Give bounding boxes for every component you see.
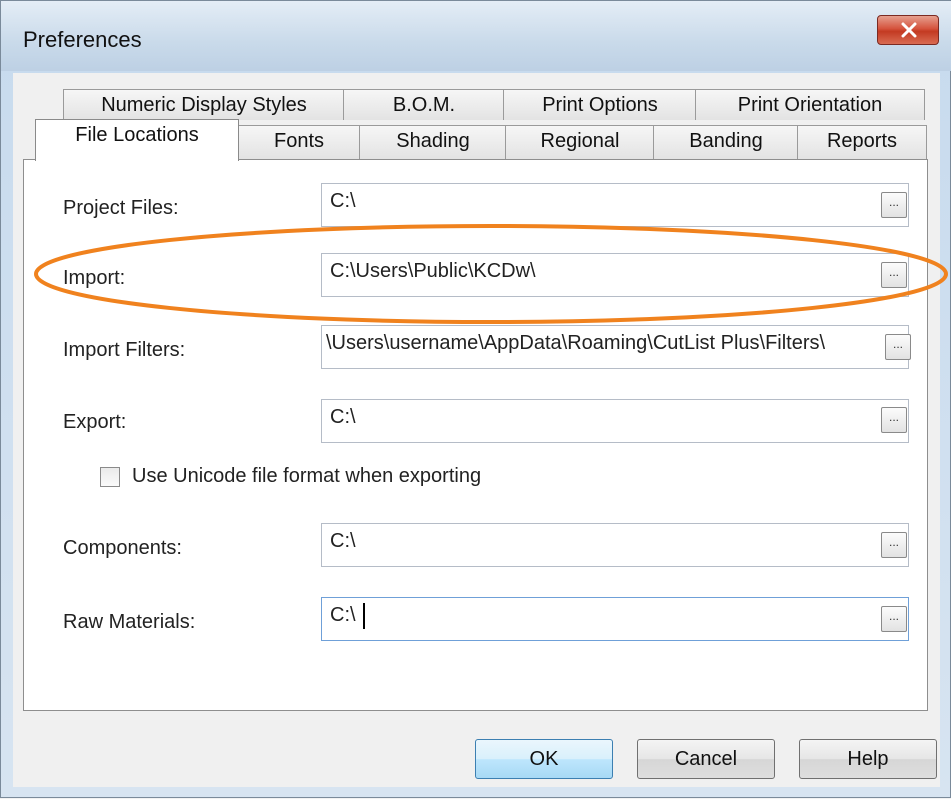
preferences-window: Preferences Numeric Display Styles B.O.M… <box>0 0 951 798</box>
tab-numeric-display-styles[interactable]: Numeric Display Styles <box>63 89 345 120</box>
ok-button[interactable]: OK <box>475 739 613 779</box>
text-caret <box>363 603 365 629</box>
close-icon <box>901 22 917 38</box>
export-label: Export: <box>63 411 127 433</box>
project-files-label: Project Files: <box>63 197 179 219</box>
project-files-browse-button[interactable]: ... <box>881 192 907 218</box>
tab-print-options[interactable]: Print Options <box>503 89 697 120</box>
close-button[interactable] <box>877 15 939 45</box>
export-browse-button[interactable]: ... <box>881 407 907 433</box>
components-label: Components: <box>63 537 182 559</box>
raw-materials-browse-button[interactable]: ... <box>881 606 907 632</box>
components-browse-button[interactable]: ... <box>881 532 907 558</box>
tab-fonts[interactable]: Fonts <box>237 125 361 159</box>
tab-bom[interactable]: B.O.M. <box>343 89 505 120</box>
unicode-checkbox[interactable] <box>100 467 120 487</box>
help-button[interactable]: Help <box>799 739 937 779</box>
tab-regional[interactable]: Regional <box>505 125 655 159</box>
export-field[interactable]: C:\ <box>321 399 909 443</box>
import-browse-button[interactable]: ... <box>881 262 907 288</box>
tab-reports[interactable]: Reports <box>797 125 927 159</box>
tab-shading[interactable]: Shading <box>359 125 507 159</box>
tab-file-locations[interactable]: File Locations <box>35 119 239 161</box>
window-title: Preferences <box>23 27 142 52</box>
tab-banding[interactable]: Banding <box>653 125 799 159</box>
raw-materials-field[interactable]: C:\ <box>321 597 909 641</box>
raw-materials-label: Raw Materials: <box>63 611 196 633</box>
import-filters-browse-button[interactable]: ... <box>885 334 911 360</box>
unicode-checkbox-label[interactable]: Use Unicode file format when exporting <box>132 465 481 488</box>
import-filters-field[interactable]: \Users\username\AppData\Roaming\CutList … <box>321 325 909 369</box>
import-label: Import: <box>63 267 126 289</box>
components-field[interactable]: C:\ <box>321 523 909 567</box>
import-field[interactable]: C:\Users\Public\KCDw\ <box>321 253 909 297</box>
title-bar[interactable]: Preferences <box>1 1 951 71</box>
import-filters-label: Import Filters: <box>63 339 186 361</box>
project-files-field[interactable]: C:\ <box>321 183 909 227</box>
cancel-button[interactable]: Cancel <box>637 739 775 779</box>
tab-print-orientation[interactable]: Print Orientation <box>695 89 925 120</box>
